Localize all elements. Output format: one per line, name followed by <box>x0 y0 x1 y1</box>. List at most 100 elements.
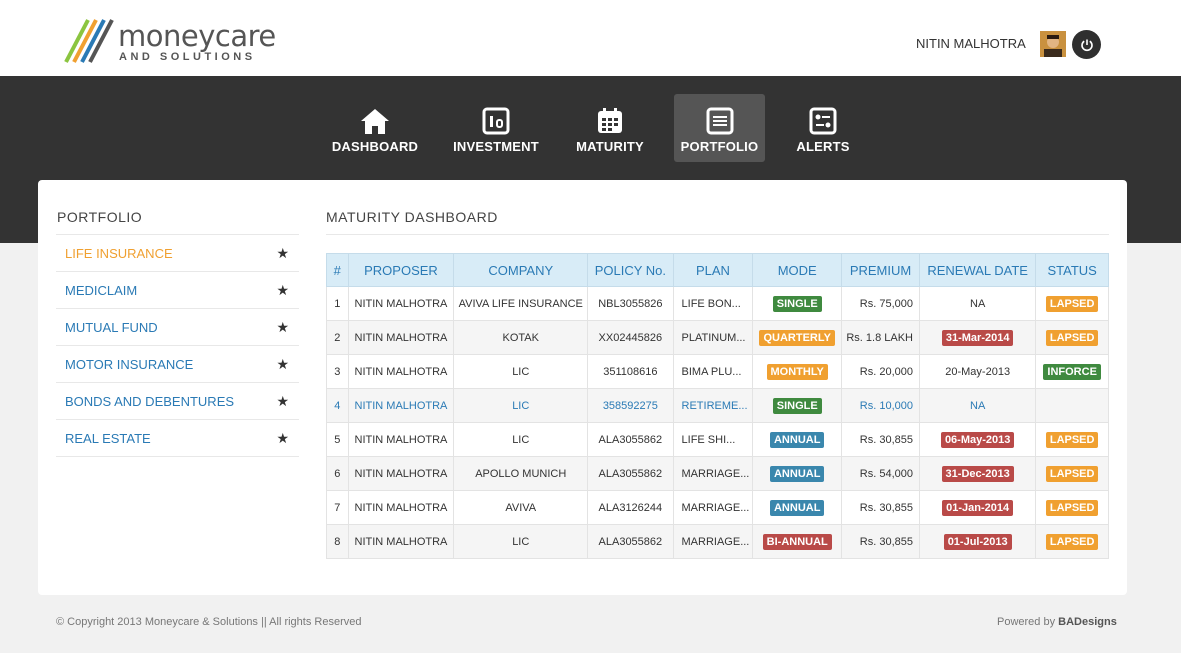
renewal-cell: 06-May-2013 <box>918 422 1037 457</box>
star-icon[interactable]: ★ <box>276 319 289 336</box>
brand-logo[interactable]: moneycare AND SOLUTIONS <box>62 16 276 66</box>
table-row[interactable]: 3 NITIN MALHOTRA LIC 351108616 BIMA PLU.… <box>326 354 1109 389</box>
row-number: 3 <box>326 354 349 389</box>
copyright-text: © Copyright 2013 Moneycare & Solutions |… <box>56 616 362 628</box>
avatar[interactable] <box>1040 31 1066 57</box>
plan-cell: BIMA PLU... <box>672 354 754 389</box>
content-card: PORTFOLIO LIFE INSURANCE ★ MEDICLAIM ★ M… <box>38 180 1127 595</box>
company-cell: LIC <box>453 354 589 389</box>
plan-cell: MARRIAGE... <box>672 456 754 491</box>
column-header[interactable]: PREMIUM <box>841 253 920 287</box>
mode-badge: ANNUAL <box>769 499 825 516</box>
column-header[interactable]: PLAN <box>672 253 754 287</box>
mode-cell: ANNUAL <box>752 490 843 525</box>
table-row[interactable]: 1 NITIN MALHOTRA AVIVA LIFE INSURANCE NB… <box>326 286 1109 321</box>
table-row[interactable]: 6 NITIN MALHOTRA APOLLO MUNICH ALA305586… <box>326 456 1109 491</box>
sidebar-item-bonds[interactable]: BONDS AND DEBENTURES ★ <box>56 383 299 420</box>
star-icon[interactable]: ★ <box>276 430 289 447</box>
premium-cell: Rs. 30,855 <box>841 490 920 525</box>
nav-label: DASHBOARD <box>331 139 419 154</box>
nav-label: MATURITY <box>576 139 644 154</box>
table-row[interactable]: 2 NITIN MALHOTRA KOTAK XX02445826 PLATIN… <box>326 320 1109 355</box>
company-cell: LIC <box>453 388 589 423</box>
mode-badge: ANNUAL <box>769 465 825 482</box>
user-name[interactable]: NITIN MALHOTRA <box>916 36 1026 51</box>
company-cell: APOLLO MUNICH <box>453 456 589 491</box>
plan-cell: MARRIAGE... <box>672 490 754 525</box>
proposer-cell: NITIN MALHOTRA <box>347 490 455 525</box>
status-cell: LAPSED <box>1035 286 1109 321</box>
column-header[interactable]: # <box>326 253 349 287</box>
sidebar-item-label: MOTOR INSURANCE <box>65 356 194 372</box>
table-row[interactable]: 4 NITIN MALHOTRA LIC 358592275 RETIREME.… <box>326 388 1109 423</box>
star-icon[interactable]: ★ <box>276 356 289 373</box>
nav-alerts[interactable]: ALERTS <box>790 94 856 162</box>
nav-dashboard[interactable]: DASHBOARD <box>330 94 420 162</box>
premium-cell: Rs. 1.8 LAKH <box>841 320 920 355</box>
power-icon <box>1080 39 1093 51</box>
nav-investment[interactable]: INVESTMENT <box>450 94 542 162</box>
sidebar-item-life-insurance[interactable]: LIFE INSURANCE ★ <box>56 235 299 272</box>
logout-button[interactable] <box>1072 30 1101 59</box>
star-icon[interactable]: ★ <box>276 245 289 262</box>
renewal-cell: 31-Dec-2013 <box>918 456 1037 491</box>
sidebar-item-label: LIFE INSURANCE <box>65 245 173 261</box>
column-header[interactable]: STATUS <box>1035 253 1109 287</box>
table-row[interactable]: 5 NITIN MALHOTRA LIC ALA3055862 LIFE SHI… <box>326 422 1109 457</box>
sidebar-item-label: BONDS AND DEBENTURES <box>65 393 235 409</box>
powered-by-link[interactable]: BADesigns <box>1058 616 1117 628</box>
policy-cell: ALA3126244 <box>587 490 674 525</box>
mode-badge: ANNUAL <box>769 431 825 448</box>
status-badge: LAPSED <box>1045 431 1099 448</box>
row-number: 6 <box>326 456 349 491</box>
sidebar-item-mutual-fund[interactable]: MUTUAL FUND ★ <box>56 309 299 346</box>
star-icon[interactable]: ★ <box>276 393 289 410</box>
sidebar-item-real-estate[interactable]: REAL ESTATE ★ <box>56 420 299 457</box>
nav-portfolio[interactable]: PORTFOLIO <box>674 94 765 162</box>
plan-cell: LIFE SHI... <box>672 422 754 457</box>
status-cell: LAPSED <box>1035 524 1109 559</box>
calendar-icon <box>596 106 624 136</box>
premium-cell: Rs. 30,855 <box>841 524 920 559</box>
user-photo-icon <box>1040 31 1066 57</box>
policy-cell: ALA3055862 <box>587 422 674 457</box>
column-header[interactable]: RENEWAL DATE <box>918 253 1037 287</box>
status-cell <box>1035 388 1109 423</box>
column-header[interactable]: PROPOSER <box>347 253 455 287</box>
table-row[interactable]: 7 NITIN MALHOTRA AVIVA ALA3126244 MARRIA… <box>326 490 1109 525</box>
premium-cell: Rs. 10,000 <box>841 388 920 423</box>
star-icon[interactable]: ★ <box>276 282 289 299</box>
table-row[interactable]: 8 NITIN MALHOTRA LIC ALA3055862 MARRIAGE… <box>326 524 1109 559</box>
row-number: 2 <box>326 320 349 355</box>
brand-subtitle: AND SOLUTIONS <box>119 51 256 63</box>
column-header[interactable]: MODE <box>752 253 843 287</box>
mode-badge: SINGLE <box>772 397 822 414</box>
column-header[interactable]: COMPANY <box>453 253 589 287</box>
mode-badge: MONTHLY <box>766 363 828 380</box>
renewal-cell: NA <box>918 388 1037 423</box>
company-cell: KOTAK <box>453 320 589 355</box>
status-badge: LAPSED <box>1045 295 1099 312</box>
mode-cell: SINGLE <box>752 388 843 423</box>
proposer-cell: NITIN MALHOTRA <box>347 524 455 559</box>
alerts-icon <box>809 106 837 136</box>
home-icon <box>360 106 390 136</box>
sidebar-item-motor-insurance[interactable]: MOTOR INSURANCE ★ <box>56 346 299 383</box>
portfolio-icon <box>706 106 734 136</box>
nav-maturity[interactable]: MATURITY <box>570 94 650 162</box>
status-badge: INFORCE <box>1043 363 1101 380</box>
proposer-cell: NITIN MALHOTRA <box>347 456 455 491</box>
logo-stripes-icon <box>64 19 114 63</box>
plan-cell: LIFE BON... <box>672 286 754 321</box>
policy-cell: ALA3055862 <box>587 524 674 559</box>
mode-badge: BI-ANNUAL <box>762 533 832 550</box>
status-badge: LAPSED <box>1045 329 1099 346</box>
renewal-cell: NA <box>918 286 1037 321</box>
column-header[interactable]: POLICY No. <box>587 253 674 287</box>
sidebar-item-label: REAL ESTATE <box>65 430 151 446</box>
brand-name: moneycare <box>118 19 276 53</box>
status-badge: LAPSED <box>1045 499 1099 516</box>
investment-icon <box>482 106 510 136</box>
powered-by: Powered by BADesigns <box>997 616 1117 628</box>
sidebar-item-mediclaim[interactable]: MEDICLAIM ★ <box>56 272 299 309</box>
